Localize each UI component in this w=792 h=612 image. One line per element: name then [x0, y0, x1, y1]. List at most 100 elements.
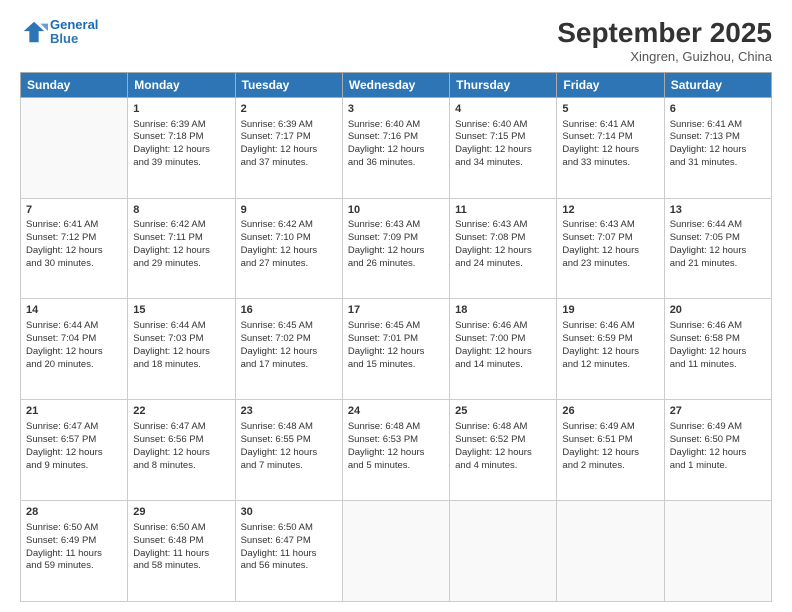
- day-number: 18: [455, 303, 551, 318]
- day-info: and 4 minutes.: [455, 460, 551, 473]
- month-title: September 2025: [557, 18, 772, 49]
- day-info: and 8 minutes.: [133, 460, 229, 473]
- day-info: Sunrise: 6:39 AM: [241, 119, 337, 132]
- day-info: Sunrise: 6:49 AM: [562, 421, 658, 434]
- calendar-cell: 13Sunrise: 6:44 AMSunset: 7:05 PMDayligh…: [664, 198, 771, 299]
- day-info: and 58 minutes.: [133, 560, 229, 573]
- day-info: Sunset: 6:47 PM: [241, 535, 337, 548]
- day-info: Daylight: 12 hours: [241, 447, 337, 460]
- day-number: 6: [670, 102, 766, 117]
- day-info: and 14 minutes.: [455, 359, 551, 372]
- day-info: Daylight: 12 hours: [562, 144, 658, 157]
- day-info: Sunset: 7:08 PM: [455, 232, 551, 245]
- day-info: Sunrise: 6:43 AM: [562, 219, 658, 232]
- calendar-cell: [664, 501, 771, 602]
- day-info: and 56 minutes.: [241, 560, 337, 573]
- day-info: Sunset: 6:55 PM: [241, 434, 337, 447]
- day-info: Sunset: 7:04 PM: [26, 333, 122, 346]
- day-info: Sunrise: 6:43 AM: [348, 219, 444, 232]
- day-info: and 23 minutes.: [562, 258, 658, 271]
- day-number: 21: [26, 404, 122, 419]
- day-number: 3: [348, 102, 444, 117]
- day-number: 2: [241, 102, 337, 117]
- day-info: Daylight: 12 hours: [348, 144, 444, 157]
- day-info: Sunrise: 6:47 AM: [133, 421, 229, 434]
- day-info: Sunset: 7:15 PM: [455, 131, 551, 144]
- day-info: Sunrise: 6:46 AM: [455, 320, 551, 333]
- day-info: and 26 minutes.: [348, 258, 444, 271]
- day-info: Sunrise: 6:46 AM: [670, 320, 766, 333]
- day-info: Daylight: 12 hours: [26, 447, 122, 460]
- day-info: and 30 minutes.: [26, 258, 122, 271]
- day-info: and 39 minutes.: [133, 157, 229, 170]
- calendar-cell: [342, 501, 449, 602]
- day-info: and 12 minutes.: [562, 359, 658, 372]
- day-info: Sunrise: 6:41 AM: [562, 119, 658, 132]
- logo-icon: [20, 18, 48, 46]
- day-info: Daylight: 12 hours: [562, 245, 658, 258]
- day-info: Sunset: 7:12 PM: [26, 232, 122, 245]
- day-info: Daylight: 12 hours: [241, 245, 337, 258]
- day-info: Sunrise: 6:42 AM: [241, 219, 337, 232]
- calendar-cell: 16Sunrise: 6:45 AMSunset: 7:02 PMDayligh…: [235, 299, 342, 400]
- page: General Blue September 2025 Xingren, Gui…: [0, 0, 792, 612]
- calendar-cell: 7Sunrise: 6:41 AMSunset: 7:12 PMDaylight…: [21, 198, 128, 299]
- title-block: September 2025 Xingren, Guizhou, China: [557, 18, 772, 64]
- day-info: and 18 minutes.: [133, 359, 229, 372]
- day-info: Daylight: 12 hours: [133, 245, 229, 258]
- day-info: Sunrise: 6:50 AM: [133, 522, 229, 535]
- day-info: Sunset: 7:07 PM: [562, 232, 658, 245]
- logo-line1: General: [50, 17, 98, 32]
- calendar-cell: 27Sunrise: 6:49 AMSunset: 6:50 PMDayligh…: [664, 400, 771, 501]
- calendar-cell: 14Sunrise: 6:44 AMSunset: 7:04 PMDayligh…: [21, 299, 128, 400]
- day-number: 25: [455, 404, 551, 419]
- day-info: Sunrise: 6:45 AM: [348, 320, 444, 333]
- day-info: Sunset: 7:01 PM: [348, 333, 444, 346]
- calendar-cell: 25Sunrise: 6:48 AMSunset: 6:52 PMDayligh…: [450, 400, 557, 501]
- week-row-4: 28Sunrise: 6:50 AMSunset: 6:49 PMDayligh…: [21, 501, 772, 602]
- day-number: 30: [241, 505, 337, 520]
- day-number: 9: [241, 203, 337, 218]
- calendar-cell: 20Sunrise: 6:46 AMSunset: 6:58 PMDayligh…: [664, 299, 771, 400]
- day-info: Daylight: 12 hours: [455, 144, 551, 157]
- day-number: 15: [133, 303, 229, 318]
- day-number: 27: [670, 404, 766, 419]
- day-number: 16: [241, 303, 337, 318]
- calendar-cell: 1Sunrise: 6:39 AMSunset: 7:18 PMDaylight…: [128, 97, 235, 198]
- day-number: 5: [562, 102, 658, 117]
- day-info: and 37 minutes.: [241, 157, 337, 170]
- day-info: Daylight: 12 hours: [455, 447, 551, 460]
- day-info: Sunrise: 6:41 AM: [26, 219, 122, 232]
- calendar-cell: 30Sunrise: 6:50 AMSunset: 6:47 PMDayligh…: [235, 501, 342, 602]
- day-number: 29: [133, 505, 229, 520]
- week-row-3: 21Sunrise: 6:47 AMSunset: 6:57 PMDayligh…: [21, 400, 772, 501]
- day-header-sunday: Sunday: [21, 72, 128, 97]
- day-number: 17: [348, 303, 444, 318]
- day-info: Daylight: 11 hours: [26, 548, 122, 561]
- calendar-cell: 2Sunrise: 6:39 AMSunset: 7:17 PMDaylight…: [235, 97, 342, 198]
- day-info: and 15 minutes.: [348, 359, 444, 372]
- day-info: and 11 minutes.: [670, 359, 766, 372]
- day-info: and 34 minutes.: [455, 157, 551, 170]
- day-info: and 59 minutes.: [26, 560, 122, 573]
- day-info: Daylight: 12 hours: [455, 346, 551, 359]
- calendar-cell: 21Sunrise: 6:47 AMSunset: 6:57 PMDayligh…: [21, 400, 128, 501]
- day-header-monday: Monday: [128, 72, 235, 97]
- calendar-cell: [450, 501, 557, 602]
- day-number: 20: [670, 303, 766, 318]
- calendar-cell: 22Sunrise: 6:47 AMSunset: 6:56 PMDayligh…: [128, 400, 235, 501]
- calendar-cell: 24Sunrise: 6:48 AMSunset: 6:53 PMDayligh…: [342, 400, 449, 501]
- day-info: and 1 minute.: [670, 460, 766, 473]
- day-info: and 36 minutes.: [348, 157, 444, 170]
- day-header-wednesday: Wednesday: [342, 72, 449, 97]
- day-info: Daylight: 12 hours: [26, 245, 122, 258]
- day-number: 12: [562, 203, 658, 218]
- day-info: Sunrise: 6:48 AM: [348, 421, 444, 434]
- day-header-tuesday: Tuesday: [235, 72, 342, 97]
- day-number: 22: [133, 404, 229, 419]
- day-info: Sunset: 7:10 PM: [241, 232, 337, 245]
- day-info: Sunset: 6:52 PM: [455, 434, 551, 447]
- day-info: Daylight: 12 hours: [562, 447, 658, 460]
- calendar-cell: 12Sunrise: 6:43 AMSunset: 7:07 PMDayligh…: [557, 198, 664, 299]
- day-info: Sunset: 6:53 PM: [348, 434, 444, 447]
